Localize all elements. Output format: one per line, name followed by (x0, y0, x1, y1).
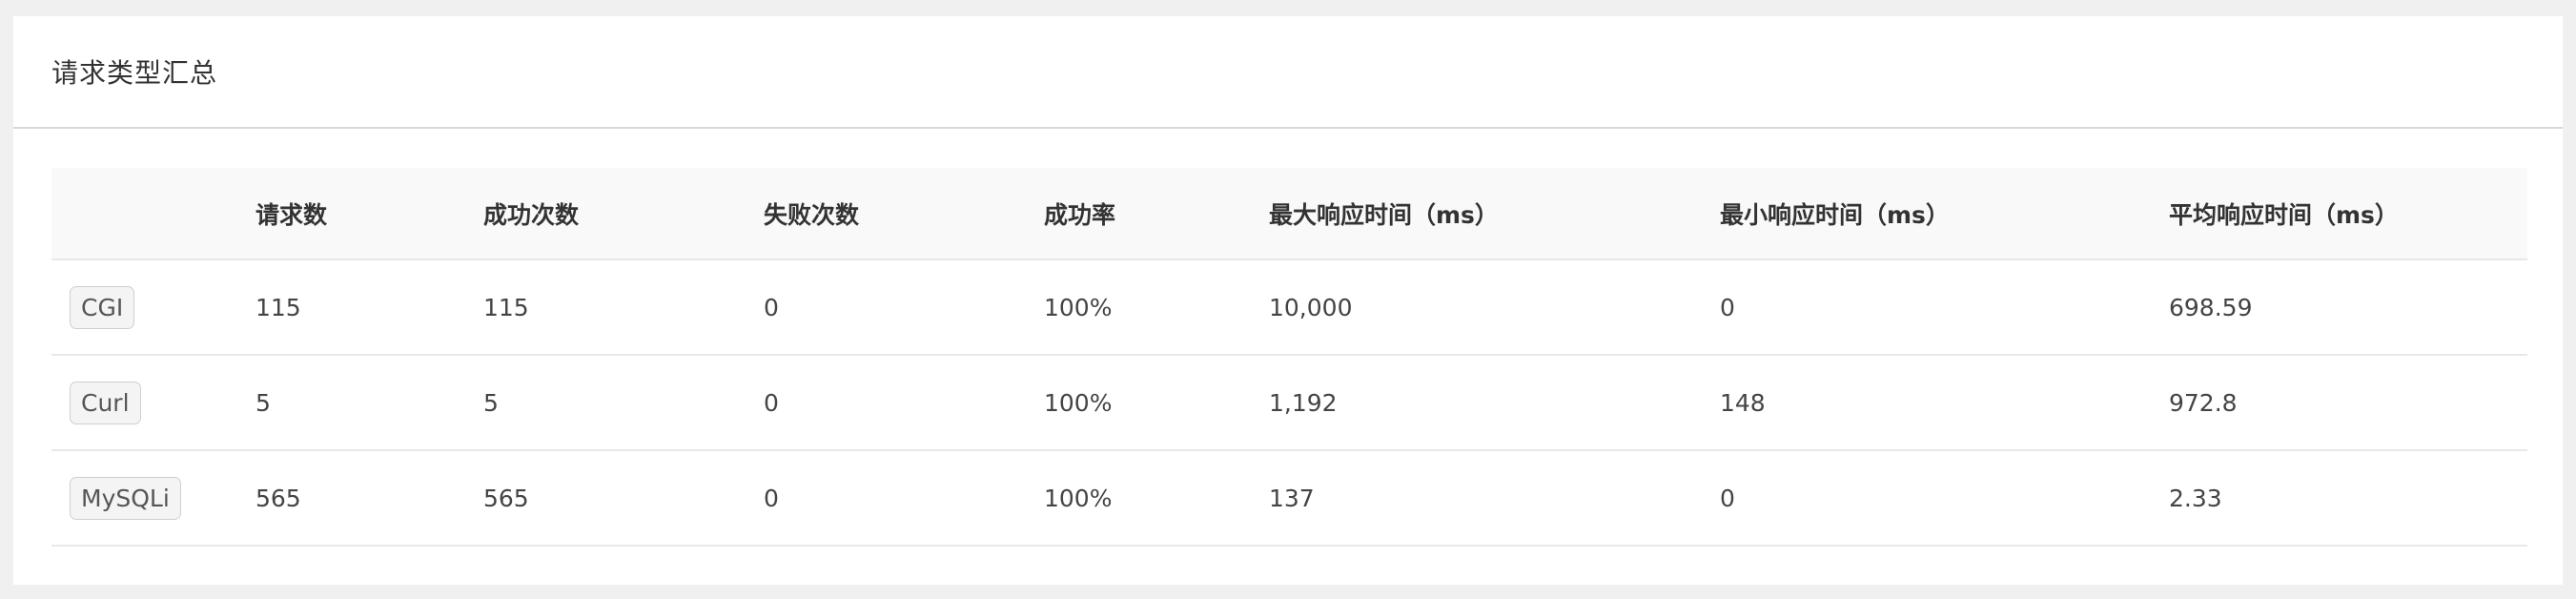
table-header-row: 请求数 成功次数 失败次数 成功率 最大响应时间（ms） 最小响应时间（ms） … (51, 168, 2527, 260)
panel-header: 请求类型汇总 (13, 16, 2563, 129)
column-header-type (51, 168, 256, 260)
type-cell: MySQLi (51, 450, 256, 547)
table-row: Curl 5 5 0 100% 1,192 148 972.8 (51, 355, 2527, 451)
table-row: MySQLi 565 565 0 100% 137 0 2.33 (51, 450, 2527, 547)
success-rate-cell: 100% (1044, 355, 1269, 451)
max-response-cell: 137 (1269, 450, 1720, 547)
summary-table-wrapper: 请求数 成功次数 失败次数 成功率 最大响应时间（ms） 最小响应时间（ms） … (51, 168, 2527, 547)
failures-cell: 0 (764, 450, 1044, 547)
requests-cell: 565 (256, 450, 483, 547)
success-rate-cell: 100% (1044, 450, 1269, 547)
column-header-success: 成功次数 (483, 168, 764, 260)
column-header-max-response: 最大响应时间（ms） (1269, 168, 1720, 260)
requests-cell: 115 (256, 259, 483, 356)
type-cell: CGI (51, 259, 256, 356)
table-row: CGI 115 115 0 100% 10,000 0 698.59 (51, 259, 2527, 356)
avg-response-cell: 698.59 (2169, 259, 2527, 356)
avg-response-cell: 972.8 (2169, 355, 2527, 451)
column-header-requests: 请求数 (256, 168, 483, 260)
requests-cell: 5 (256, 355, 483, 451)
success-rate-cell: 100% (1044, 259, 1269, 356)
min-response-cell: 0 (1720, 259, 2169, 356)
type-tag: CGI (70, 285, 135, 329)
success-cell: 565 (483, 450, 764, 547)
min-response-cell: 0 (1720, 450, 2169, 547)
failures-cell: 0 (764, 259, 1044, 356)
column-header-failures: 失败次数 (764, 168, 1044, 260)
type-tag: MySQLi (70, 476, 181, 520)
success-cell: 5 (483, 355, 764, 451)
avg-response-cell: 2.33 (2169, 450, 2527, 547)
min-response-cell: 148 (1720, 355, 2169, 451)
panel-title: 请求类型汇总 (51, 57, 218, 89)
column-header-success-rate: 成功率 (1044, 168, 1269, 260)
max-response-cell: 10,000 (1269, 259, 1720, 356)
type-cell: Curl (51, 355, 256, 451)
request-type-summary-panel: 请求类型汇总 请求数 成功次数 失败次数 成功率 最大响应时间（ms） 最小响应… (13, 16, 2563, 585)
column-header-min-response: 最小响应时间（ms） (1720, 168, 2169, 260)
failures-cell: 0 (764, 355, 1044, 451)
column-header-avg-response: 平均响应时间（ms） (2169, 168, 2527, 260)
max-response-cell: 1,192 (1269, 355, 1720, 451)
success-cell: 115 (483, 259, 764, 356)
summary-table: 请求数 成功次数 失败次数 成功率 最大响应时间（ms） 最小响应时间（ms） … (51, 168, 2527, 547)
type-tag: Curl (70, 381, 141, 424)
